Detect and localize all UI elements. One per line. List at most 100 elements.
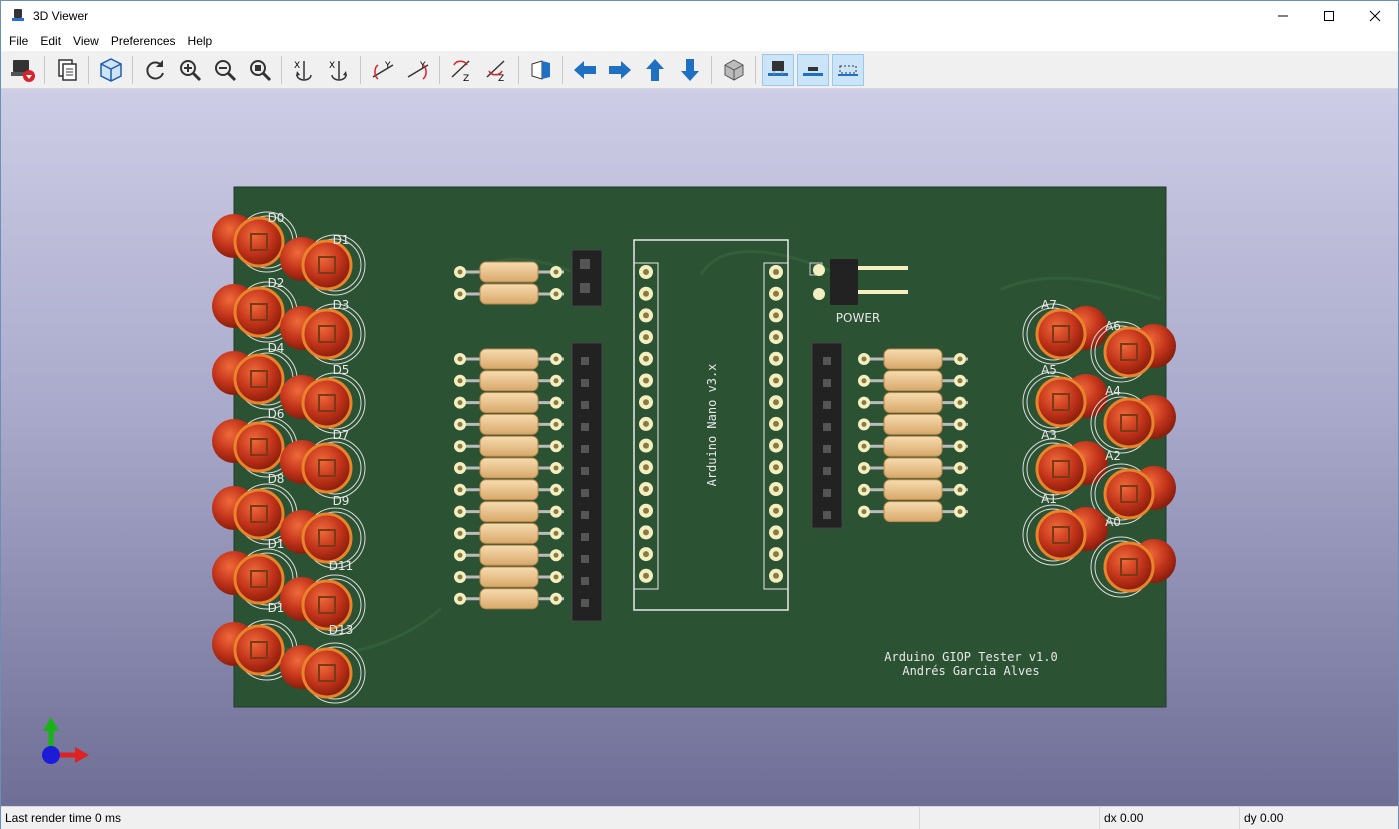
led-label: D2 xyxy=(268,276,285,290)
zoom-out-button[interactable] xyxy=(209,54,241,86)
close-icon xyxy=(1369,10,1381,22)
pcb-board xyxy=(233,186,1167,708)
menu-view[interactable]: View xyxy=(67,31,105,51)
nano-pad-hole xyxy=(773,399,779,406)
nano-pad-hole xyxy=(773,507,779,514)
rotate-y-cw-button[interactable]: Y xyxy=(402,54,434,86)
toolbar-separator xyxy=(518,55,519,84)
flip-board-icon xyxy=(531,59,550,80)
3d-options-icon xyxy=(99,57,122,82)
3d-options-button[interactable] xyxy=(95,54,127,86)
led-label: D1 xyxy=(268,537,285,551)
header-pin xyxy=(581,533,589,541)
minimize-icon xyxy=(1278,15,1288,17)
reload-button[interactable] xyxy=(139,54,171,86)
nano-pad-hole xyxy=(643,290,649,297)
3d-viewport[interactable]: D0 D1 D2 D3 D4 D5 D6 D7 D8 D9 D1 D11 D1 D13 A7 A6 A5 A4 A… xyxy=(1,89,1398,806)
copy-image-icon xyxy=(57,58,77,81)
show-tht-button[interactable] xyxy=(761,53,794,86)
toolbar: X X Y Y Z Z xyxy=(1,51,1398,89)
header-pin xyxy=(823,423,831,431)
power-label: POWER xyxy=(836,311,880,325)
render-raytracing-button[interactable] xyxy=(7,54,39,86)
minimize-button[interactable] xyxy=(1260,1,1306,31)
nano-pad-hole xyxy=(643,464,649,471)
header-pin xyxy=(581,423,589,431)
status-spacer xyxy=(919,807,1099,829)
menu-file[interactable]: File xyxy=(3,31,34,51)
silk-author: Andrés Garcia Alves xyxy=(902,664,1039,678)
led-label: A7 xyxy=(1041,298,1057,312)
show-virtual-button[interactable] xyxy=(831,53,864,86)
rotate-x-cw-button[interactable]: X xyxy=(323,54,355,86)
rotate-z-ccw-button[interactable]: Z xyxy=(446,54,478,86)
nano-pad-hole xyxy=(773,355,779,362)
led-label: A2 xyxy=(1105,449,1121,463)
maximize-button[interactable] xyxy=(1306,1,1352,31)
header-pin xyxy=(581,599,589,607)
pan-left-button[interactable] xyxy=(569,54,601,86)
menu-preferences[interactable]: Preferences xyxy=(105,31,182,51)
menu-edit[interactable]: Edit xyxy=(34,31,67,51)
rotate-x-ccw-button[interactable]: X xyxy=(288,54,320,86)
status-bar: Last render time 0 ms dx 0.00 dy 0.00 xyxy=(1,806,1398,829)
nano-pad-hole xyxy=(773,442,779,449)
toolbar-separator xyxy=(755,55,756,84)
header-pin xyxy=(823,467,831,475)
rotate-x-cw-icon: X xyxy=(329,60,347,81)
header-pin xyxy=(581,467,589,475)
header-pin xyxy=(581,357,589,365)
board-scene: D0 D1 D2 D3 D4 D5 D6 D7 D8 D9 D1 D11 D1 D13 A7 A6 A5 A4 A… xyxy=(42,186,1176,764)
nano-pad-hole xyxy=(643,399,649,406)
zoom-fit-button[interactable] xyxy=(244,54,276,86)
led-label: D8 xyxy=(268,472,285,486)
dx-status: dx 0.00 xyxy=(1099,807,1239,829)
led-label: D13 xyxy=(329,623,354,637)
pan-down-button[interactable] xyxy=(674,54,706,86)
nano-pad-hole xyxy=(643,334,649,341)
dy-status: dy 0.00 xyxy=(1239,807,1398,829)
ortho-view-button[interactable] xyxy=(718,54,750,86)
svg-text:X: X xyxy=(329,61,335,71)
nano-pad-hole xyxy=(643,312,649,319)
reload-icon xyxy=(145,59,164,79)
ortho-view-icon xyxy=(724,58,743,81)
nano-pad-hole xyxy=(643,377,649,384)
led-label: D7 xyxy=(333,428,350,442)
show-smd-button[interactable] xyxy=(796,53,829,86)
header-pin xyxy=(581,401,589,409)
led-label: A0 xyxy=(1105,515,1121,529)
header-pin xyxy=(823,511,831,519)
app-icon xyxy=(12,9,24,21)
copy-image-button[interactable] xyxy=(51,54,83,86)
show-virtual-icon xyxy=(837,65,858,76)
rotate-z-cw-button[interactable]: Z xyxy=(481,54,513,86)
toolbar-separator xyxy=(88,55,89,84)
zoom-in-button[interactable] xyxy=(174,54,206,86)
rotate-z-ccw-icon: Z xyxy=(450,59,470,83)
title-bar[interactable]: 3D Viewer xyxy=(1,1,1398,31)
close-button[interactable] xyxy=(1352,1,1398,31)
pan-right-button[interactable] xyxy=(604,54,636,86)
header-pin xyxy=(823,401,831,409)
header-pin xyxy=(823,379,831,387)
header-pin xyxy=(581,445,589,453)
rotate-y-ccw-icon: Y xyxy=(372,61,393,80)
header-pin xyxy=(581,577,589,585)
flip-board-button[interactable] xyxy=(525,54,557,86)
led-label: D5 xyxy=(333,363,350,377)
led-label: A5 xyxy=(1041,363,1057,377)
header-pin xyxy=(581,379,589,387)
led-label: A6 xyxy=(1105,319,1121,333)
nano-pad-hole xyxy=(773,334,779,341)
rotate-y-ccw-button[interactable]: Y xyxy=(367,54,399,86)
menu-help[interactable]: Help xyxy=(182,31,219,51)
svg-text:X: X xyxy=(294,61,300,71)
led-label: D6 xyxy=(268,407,285,421)
led-label: D0 xyxy=(268,211,285,225)
nano-pad-hole xyxy=(773,464,779,471)
pan-up-button[interactable] xyxy=(639,54,671,86)
axis-gizmo xyxy=(42,717,89,764)
nano-pad-hole xyxy=(643,572,649,579)
led-label: D3 xyxy=(333,298,350,312)
